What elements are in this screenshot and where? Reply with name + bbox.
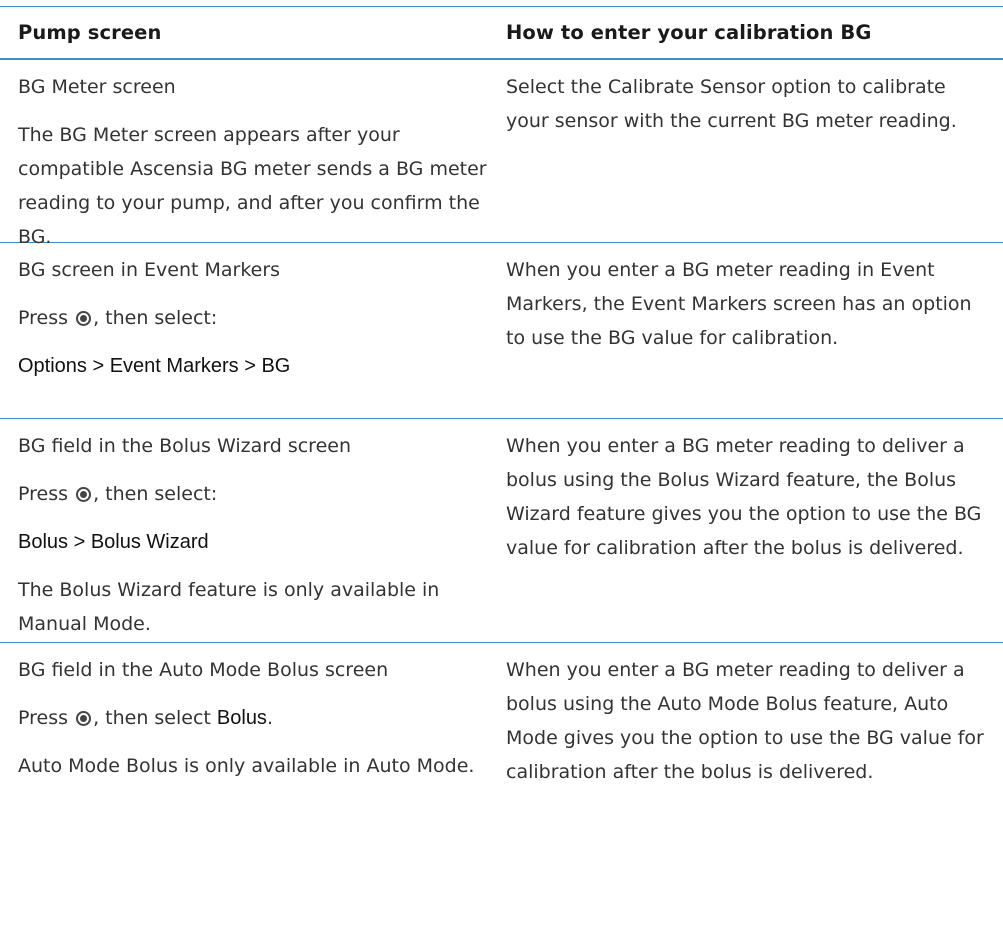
- instruction-text: When you enter a BG meter reading to del…: [506, 659, 984, 783]
- availability-note: Auto Mode Bolus is only available in Aut…: [18, 755, 475, 777]
- screen-title: BG screen in Event Markers: [18, 259, 281, 281]
- pump-screen-cell: BG field in the Bolus Wizard screen Pres…: [0, 419, 500, 642]
- instruction-cell: Select the Calibrate Sensor option to ca…: [500, 60, 1003, 242]
- instruction-cell: When you enter a BG meter reading to del…: [500, 643, 1003, 863]
- instruction-cell: When you enter a BG meter reading in Eve…: [500, 243, 1003, 418]
- then-select-label: , then select: [93, 707, 211, 729]
- screen-description: The BG Meter screen appears after your c…: [18, 124, 487, 248]
- instruction-text: When you enter a BG meter reading in Eve…: [506, 259, 972, 349]
- select-button-icon: [76, 487, 92, 502]
- table-row: BG screen in Event Markers Press , then …: [0, 243, 1003, 419]
- pump-screen-cell: BG Meter screen The BG Meter screen appe…: [0, 60, 500, 248]
- bolus-option: Bolus: [216, 707, 267, 729]
- press-label: Press: [18, 483, 69, 505]
- table-row: BG field in the Bolus Wizard screen Pres…: [0, 419, 1003, 643]
- select-button-icon: [76, 311, 92, 326]
- press-instruction: Press , then select:: [18, 477, 488, 511]
- select-button-icon: [76, 711, 92, 726]
- table-header: Pump screen How to enter your calibratio…: [0, 6, 1003, 60]
- instruction-text: Select the Calibrate Sensor option to ca…: [506, 76, 957, 132]
- pump-screen-cell: BG screen in Event Markers Press , then …: [0, 243, 500, 418]
- calibration-table: Pump screen How to enter your calibratio…: [0, 6, 1003, 863]
- then-select-label: , then select:: [93, 307, 218, 329]
- instruction-cell: When you enter a BG meter reading to del…: [500, 419, 1003, 642]
- then-select-label: , then select:: [93, 483, 218, 505]
- press-instruction: Press , then select:: [18, 301, 488, 335]
- menu-path: Options > Event Markers > BG: [18, 355, 291, 377]
- press-instruction: Press , then select Bolus.: [18, 701, 488, 735]
- screen-title: BG field in the Auto Mode Bolus screen: [18, 659, 389, 681]
- period: .: [266, 707, 273, 729]
- press-label: Press: [18, 307, 69, 329]
- availability-note: The Bolus Wizard feature is only availab…: [18, 579, 440, 635]
- table-row: BG Meter screen The BG Meter screen appe…: [0, 60, 1003, 248]
- screen-title: BG Meter screen: [18, 76, 176, 98]
- header-pump-screen: Pump screen: [18, 21, 162, 44]
- table-row: BG field in the Auto Mode Bolus screen P…: [0, 643, 1003, 863]
- pump-screen-cell: BG field in the Auto Mode Bolus screen P…: [0, 643, 500, 863]
- screen-title: BG field in the Bolus Wizard screen: [18, 435, 352, 457]
- menu-path: Bolus > Bolus Wizard: [18, 531, 209, 553]
- press-label: Press: [18, 707, 69, 729]
- header-how-to-enter: How to enter your calibration BG: [506, 21, 872, 44]
- instruction-text: When you enter a BG meter reading to del…: [506, 435, 982, 559]
